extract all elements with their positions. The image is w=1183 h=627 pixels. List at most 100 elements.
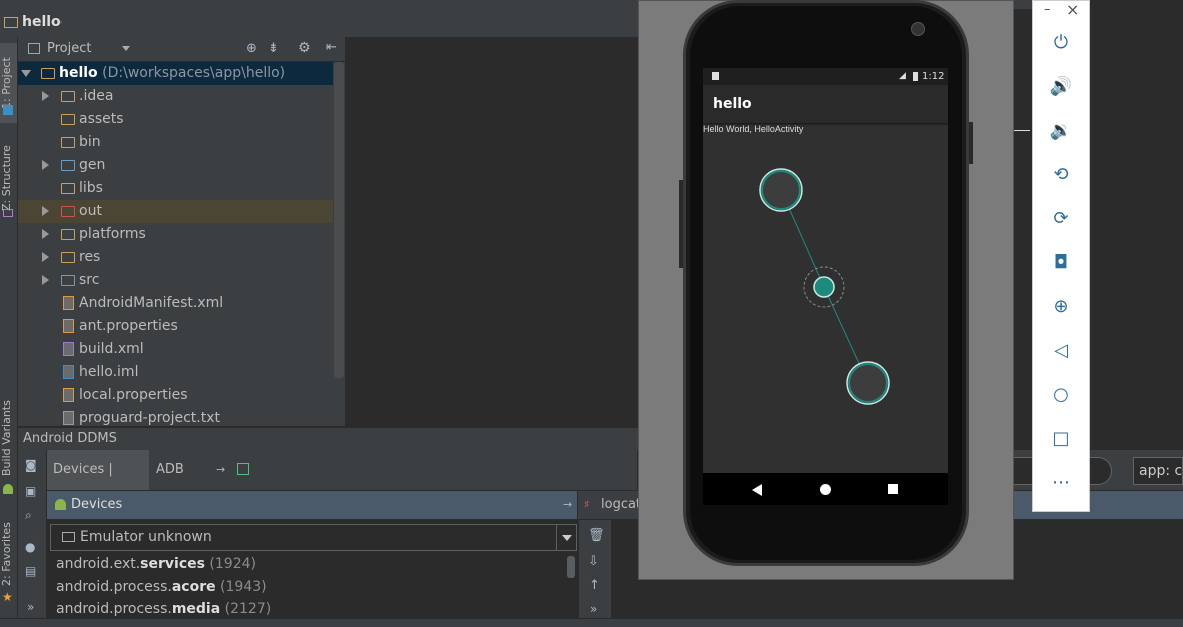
tree-item-label: build.xml — [79, 341, 144, 357]
source-folder-icon — [61, 160, 75, 171]
power-icon[interactable]: ⏻ — [1046, 28, 1076, 58]
hide-panel-icon[interactable]: ⇤ — [326, 40, 337, 55]
volume-up-icon[interactable]: 🔊 — [1046, 72, 1076, 102]
devices-scrollbar[interactable] — [567, 556, 575, 578]
tree-row-proguard[interactable]: proguard-project.txt — [18, 407, 333, 426]
tree-row-manifest[interactable]: AndroidManifest.xml — [18, 292, 333, 315]
status-time: 1:12 — [922, 71, 945, 82]
process-row[interactable]: android.process.media (2127) — [56, 601, 271, 617]
more-chevrons-icon[interactable]: » — [27, 600, 34, 614]
tree-row-root[interactable]: hello (D:\workspaces\app\hello) — [18, 62, 333, 85]
tree-item-label: bin — [79, 134, 101, 150]
process-pid: (2127) — [224, 601, 272, 617]
rotate-right-icon[interactable]: ⟳ — [1046, 204, 1076, 234]
expand-arrow-icon[interactable] — [42, 229, 49, 239]
tab-structure[interactable]: Z: Structure — [0, 137, 17, 219]
chevron-down-icon[interactable] — [562, 535, 572, 541]
tree-row-res[interactable]: res — [18, 246, 333, 269]
breadcrumb[interactable]: hello — [22, 14, 61, 30]
tree-row-src[interactable]: src — [18, 269, 333, 292]
power-button[interactable] — [969, 122, 973, 164]
node-handle[interactable] — [759, 168, 803, 212]
tree-item-label: res — [79, 249, 101, 265]
expand-arrow-icon[interactable] — [42, 160, 49, 170]
process-name: acore — [171, 579, 216, 595]
dump-view-icon[interactable]: ⌕ — [25, 508, 32, 523]
volume-down-icon[interactable]: 🔉 — [1046, 116, 1076, 146]
collapse-all-icon[interactable]: ⇟ — [268, 41, 279, 56]
more-chevrons-icon[interactable]: » — [590, 602, 597, 616]
trash-icon[interactable]: 🗑 — [588, 528, 605, 543]
home-icon[interactable] — [820, 484, 831, 495]
arrow-up-icon[interactable]: ↑ — [589, 578, 600, 593]
logcat-filter-select[interactable]: app: co — [1133, 457, 1183, 485]
process-row[interactable]: android.process.acore (1943) — [56, 579, 267, 595]
tree-item-label: platforms — [79, 226, 146, 242]
tab-adb-logs[interactable]: ADB logs — [150, 450, 220, 517]
excluded-folder-icon — [61, 206, 75, 217]
gear-icon[interactable]: ⚙ — [298, 40, 311, 56]
tab-favorites[interactable]: 2: Favorites — [0, 519, 17, 589]
chevron-down-icon[interactable] — [122, 46, 130, 51]
tree-row-hello-iml[interactable]: hello.iml — [18, 361, 333, 384]
tree-row-platforms[interactable]: platforms — [18, 223, 333, 246]
expand-arrow-icon[interactable] — [42, 91, 49, 101]
expand-arrow-icon[interactable] — [42, 206, 49, 216]
process-row[interactable]: android.ext.services (1924) — [56, 556, 256, 572]
pin-icon[interactable]: → — [563, 491, 572, 519]
rotate-left-icon[interactable]: ⟲ — [1046, 160, 1076, 190]
minimize-button[interactable]: – — [1044, 2, 1051, 17]
home-icon[interactable]: ○ — [1046, 380, 1076, 410]
expand-arrow-icon[interactable] — [21, 70, 31, 77]
tree-row-out[interactable]: out — [18, 200, 333, 223]
camera-icon[interactable]: ◘ — [1046, 248, 1076, 278]
project-panel-header: Project ⊕ ⇟ ⚙ ⇤ — [18, 37, 345, 62]
tree-item-label: .idea — [79, 88, 114, 104]
tree-item-label: assets — [79, 111, 124, 127]
device-selector[interactable]: Emulator unknown — [50, 524, 577, 551]
app-bar: hello — [703, 85, 948, 123]
expand-arrow-icon[interactable] — [42, 252, 49, 262]
tree-item-label: proguard-project.txt — [79, 410, 220, 426]
screenshot-icon[interactable]: ◙ — [25, 458, 37, 472]
sd-card-icon — [712, 72, 719, 80]
tree-row-assets[interactable]: assets — [18, 108, 333, 131]
save-icon[interactable]: ⇩ — [588, 554, 599, 569]
logcat-icon: ♯ — [584, 498, 590, 511]
hello-text: Hello World, HelloActivity — [703, 124, 804, 134]
back-icon[interactable]: ◁ — [1046, 336, 1076, 366]
project-scrollbar[interactable] — [334, 62, 344, 378]
tree-row-bin[interactable]: bin — [18, 131, 333, 154]
scroll-from-source-icon[interactable]: ⊕ — [246, 41, 257, 56]
tree-row-build-xml[interactable]: build.xml — [18, 338, 333, 361]
tab-build-variants[interactable]: Build Variants — [0, 397, 17, 479]
pin-icon[interactable]: → — [216, 463, 225, 476]
expand-arrow-icon[interactable] — [42, 275, 49, 285]
terminal-icon[interactable]: ▤ — [25, 564, 36, 578]
zoom-icon[interactable]: ⊕ — [1046, 292, 1076, 322]
tree-row-ant-properties[interactable]: ant.properties — [18, 315, 333, 338]
tree-row-local-properties[interactable]: local.properties — [18, 384, 333, 407]
close-button[interactable]: × — [1066, 0, 1079, 19]
tab-devices-logcat[interactable]: Devices | logcat — [47, 450, 149, 517]
divider-line — [1014, 130, 1030, 131]
right-area — [1090, 0, 1183, 626]
tree-item-label: ant.properties — [79, 318, 178, 334]
node-handle[interactable] — [846, 361, 890, 405]
stop-icon[interactable]: ● — [25, 540, 35, 554]
more-icon[interactable]: ⋯ — [1046, 468, 1076, 498]
tree-item-label: libs — [79, 180, 103, 196]
process-prefix: android.ext. — [56, 556, 141, 572]
android-nav-bar — [703, 473, 948, 505]
volume-button[interactable] — [679, 180, 683, 268]
tree-row-gen[interactable]: gen — [18, 154, 333, 177]
tree-row-idea[interactable]: .idea — [18, 85, 333, 108]
overview-icon[interactable] — [888, 484, 898, 494]
back-icon[interactable] — [752, 484, 762, 496]
tree-row-libs[interactable]: libs — [18, 177, 333, 200]
process-name: services — [140, 556, 205, 572]
project-view-label[interactable]: Project — [47, 41, 91, 56]
layout-icon[interactable] — [237, 463, 249, 475]
record-icon[interactable]: ▣ — [25, 484, 36, 498]
overview-icon[interactable]: □ — [1046, 424, 1076, 454]
